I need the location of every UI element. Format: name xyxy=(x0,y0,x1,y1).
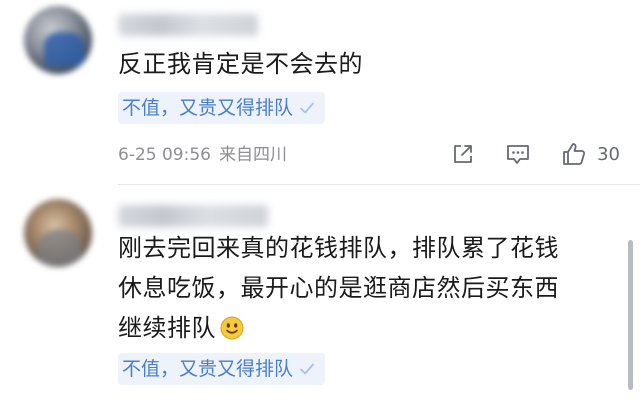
username-blurred[interactable] xyxy=(118,205,268,227)
comment-text-line-last: 继续排队 xyxy=(118,308,559,348)
comment-body: 刚去完回来真的花钱排队，排队累了花钱 休息吃饭，最开心的是逛商店然后买东西 继续… xyxy=(118,228,559,348)
avatar[interactable] xyxy=(24,199,92,267)
comment-feed: 反正我肯定是不会去的 不值，又贵又得排队 6-25 09:56 来自四川 30 … xyxy=(0,0,640,407)
comment-text-line: 刚去完回来真的花钱排队，排队累了花钱 xyxy=(118,234,559,262)
opinion-tag-label: 不值，又贵又得排队 xyxy=(122,358,294,380)
opinion-tag[interactable]: 不值，又贵又得排队 xyxy=(118,353,326,385)
smiley-emoji-icon xyxy=(220,316,244,340)
scrollbar[interactable] xyxy=(628,240,633,390)
comment-text-line: 休息吃饭，最开心的是逛商店然后买东西 xyxy=(118,274,559,302)
comment-item: 刚去完回来真的花钱排队，排队累了花钱 休息吃饭，最开心的是逛商店然后买东西 继续… xyxy=(0,0,640,407)
check-icon xyxy=(300,363,314,375)
comment-text-fragment: 继续排队 xyxy=(118,314,216,342)
